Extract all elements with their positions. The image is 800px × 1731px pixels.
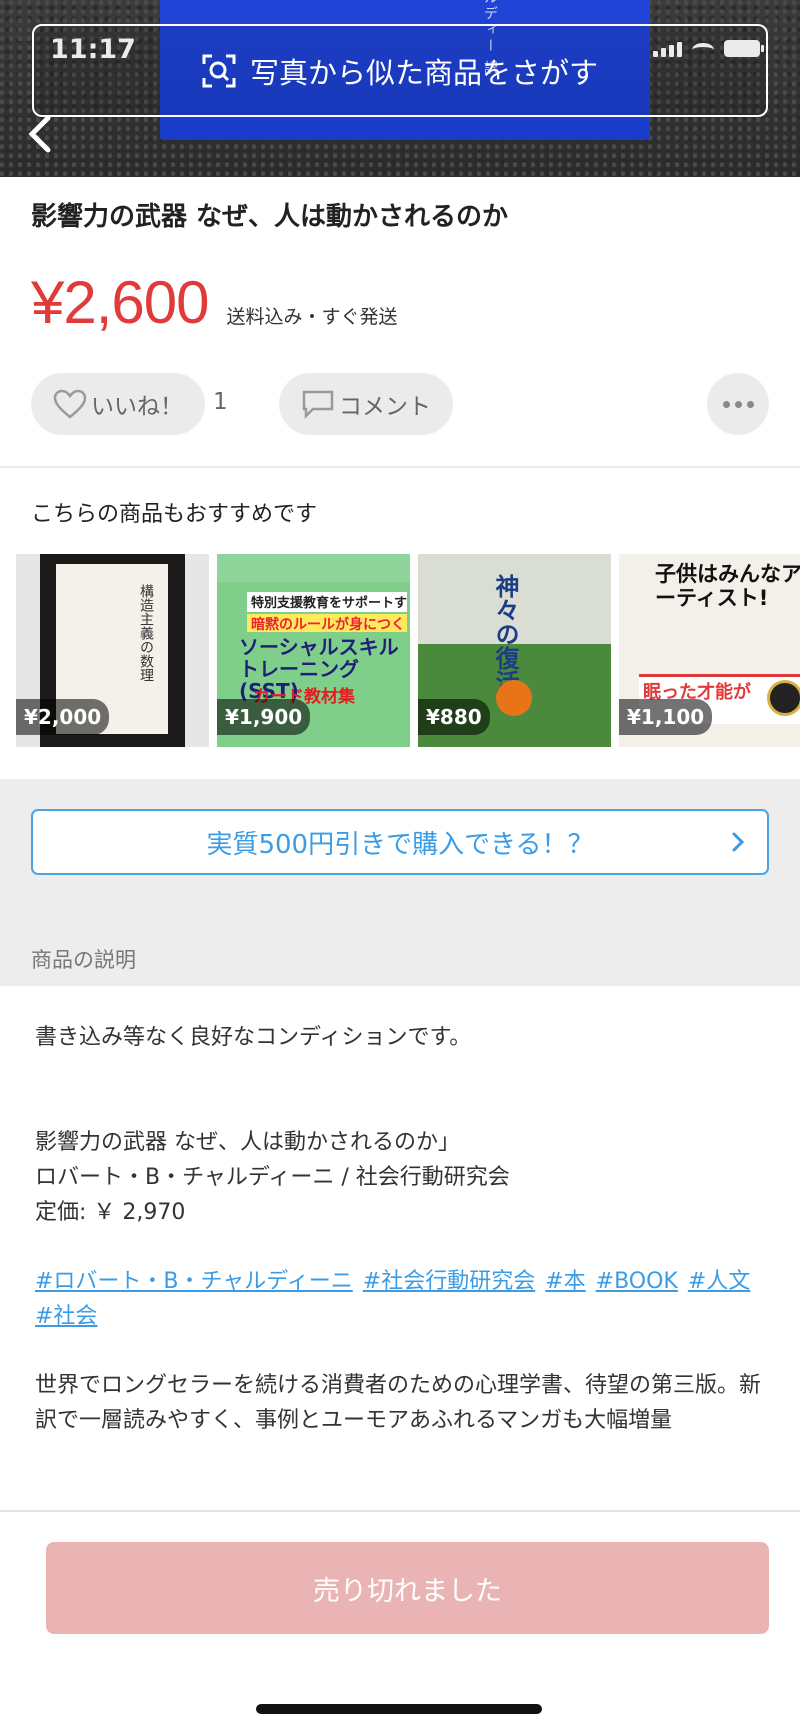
cover-text: 暗黙のルールが身につく bbox=[247, 614, 407, 633]
recommended-item-price: ¥2,000 bbox=[16, 699, 110, 735]
sold-out-button[interactable]: 売り切れました bbox=[46, 1542, 769, 1634]
hashtag-link[interactable]: #社会行動研究会 bbox=[363, 1269, 535, 1294]
heart-icon bbox=[53, 389, 87, 419]
item-description: 書き込み等なく良好なコンディションです。 影響力の武器 なぜ、人は動かされるのか… bbox=[35, 1020, 770, 1438]
comment-icon bbox=[302, 390, 334, 419]
recommended-item-price: ¥880 bbox=[418, 699, 490, 735]
discount-promo-button[interactable]: 実質500円引きで購入できる！？ bbox=[31, 809, 769, 875]
more-dot-icon bbox=[734, 400, 742, 408]
promo-label: 実質500円引きで購入できる！？ bbox=[206, 829, 594, 860]
description-line: 影響力の武器 なぜ、人は動かされるのか」 bbox=[35, 1130, 460, 1155]
divider bbox=[0, 466, 800, 468]
more-dot-icon bbox=[722, 400, 730, 408]
recommendations-list: 構造主義の数理 ¥2,000 特別支援教育をサポートする 暗黙のルールが身につく… bbox=[16, 554, 800, 747]
like-label: いいね！ bbox=[91, 394, 183, 420]
description-body: 世界でロングセラーを続ける消費者のための心理学書、待望の第三版。新訳で一層読みや… bbox=[35, 1373, 762, 1433]
scan-search-icon bbox=[202, 54, 236, 88]
cover-text: 特別支援教育をサポートする bbox=[247, 592, 407, 630]
like-button[interactable]: いいね！ bbox=[31, 373, 205, 435]
hashtag-link[interactable]: #社会 bbox=[35, 1304, 97, 1329]
photo-search-button[interactable]: 写真から似た商品をさがす bbox=[32, 24, 768, 117]
description-line: 定価: ￥ 2,970 bbox=[35, 1200, 186, 1225]
chevron-right-icon bbox=[732, 832, 745, 852]
book-image-sun bbox=[496, 680, 532, 716]
recommended-item[interactable]: 子供はみんなアーティスト! 眠った才能が ¥1,100 bbox=[619, 554, 800, 747]
product-hero-image[interactable]: ルディー 訳 11:17 写真から似た商品をさがす bbox=[0, 0, 800, 177]
comment-label: コメント bbox=[339, 394, 431, 420]
badge-icon bbox=[767, 680, 800, 716]
recommended-item[interactable]: 特別支援教育をサポートする 暗黙のルールが身につく ソーシャルスキルトレーニング… bbox=[217, 554, 410, 747]
hashtag-link[interactable]: #ロバート・B・チャルディーニ bbox=[35, 1269, 353, 1294]
item-price: ¥2,600 bbox=[31, 269, 210, 336]
more-options-button[interactable] bbox=[707, 373, 769, 435]
cover-text: 神々の復活 bbox=[491, 574, 519, 694]
recommended-item[interactable]: 構造主義の数理 ¥2,000 bbox=[16, 554, 209, 747]
shipping-info: 送料込み・すぐ発送 bbox=[226, 306, 398, 328]
sold-out-label: 売り切れました bbox=[313, 1575, 502, 1607]
chevron-left-icon bbox=[28, 115, 51, 153]
item-actions: いいね！ 1 コメント bbox=[31, 373, 769, 435]
back-button[interactable] bbox=[26, 112, 56, 156]
recommended-item[interactable]: 神々の復活 ¥880 bbox=[418, 554, 611, 747]
recommendations-title: こちらの商品もおすすめです bbox=[31, 502, 318, 527]
comment-button[interactable]: コメント bbox=[279, 373, 453, 435]
hashtag-link[interactable]: #BOOK bbox=[596, 1269, 678, 1294]
recommended-item-price: ¥1,100 bbox=[619, 699, 713, 735]
price-row: ¥2,600 送料込み・すぐ発送 bbox=[31, 268, 398, 337]
more-dot-icon bbox=[746, 400, 754, 408]
photo-search-label: 写真から似た商品をさがす bbox=[249, 55, 598, 90]
hashtag-list: #ロバート・B・チャルディーニ #社会行動研究会 #本 #BOOK #人文 #社会 bbox=[35, 1264, 770, 1334]
like-count: 1 bbox=[213, 389, 228, 415]
item-title: 影響力の武器 なぜ、人は動かされるのか bbox=[31, 202, 509, 232]
cover-text: 構造主義の数理 bbox=[138, 584, 154, 682]
cover-text: 子供はみんなアーティスト! bbox=[655, 562, 800, 611]
hashtag-link[interactable]: #人文 bbox=[688, 1269, 750, 1294]
description-line: 書き込み等なく良好なコンディションです。 bbox=[35, 1025, 472, 1050]
description-section-label: 商品の説明 bbox=[31, 948, 136, 972]
hashtag-link[interactable]: #本 bbox=[545, 1269, 585, 1294]
description-line: ロバート・B・チャルディーニ / 社会行動研究会 bbox=[35, 1165, 510, 1190]
recommended-item-price: ¥1,900 bbox=[217, 699, 311, 735]
book-image bbox=[217, 554, 410, 582]
home-indicator[interactable] bbox=[256, 1704, 542, 1714]
